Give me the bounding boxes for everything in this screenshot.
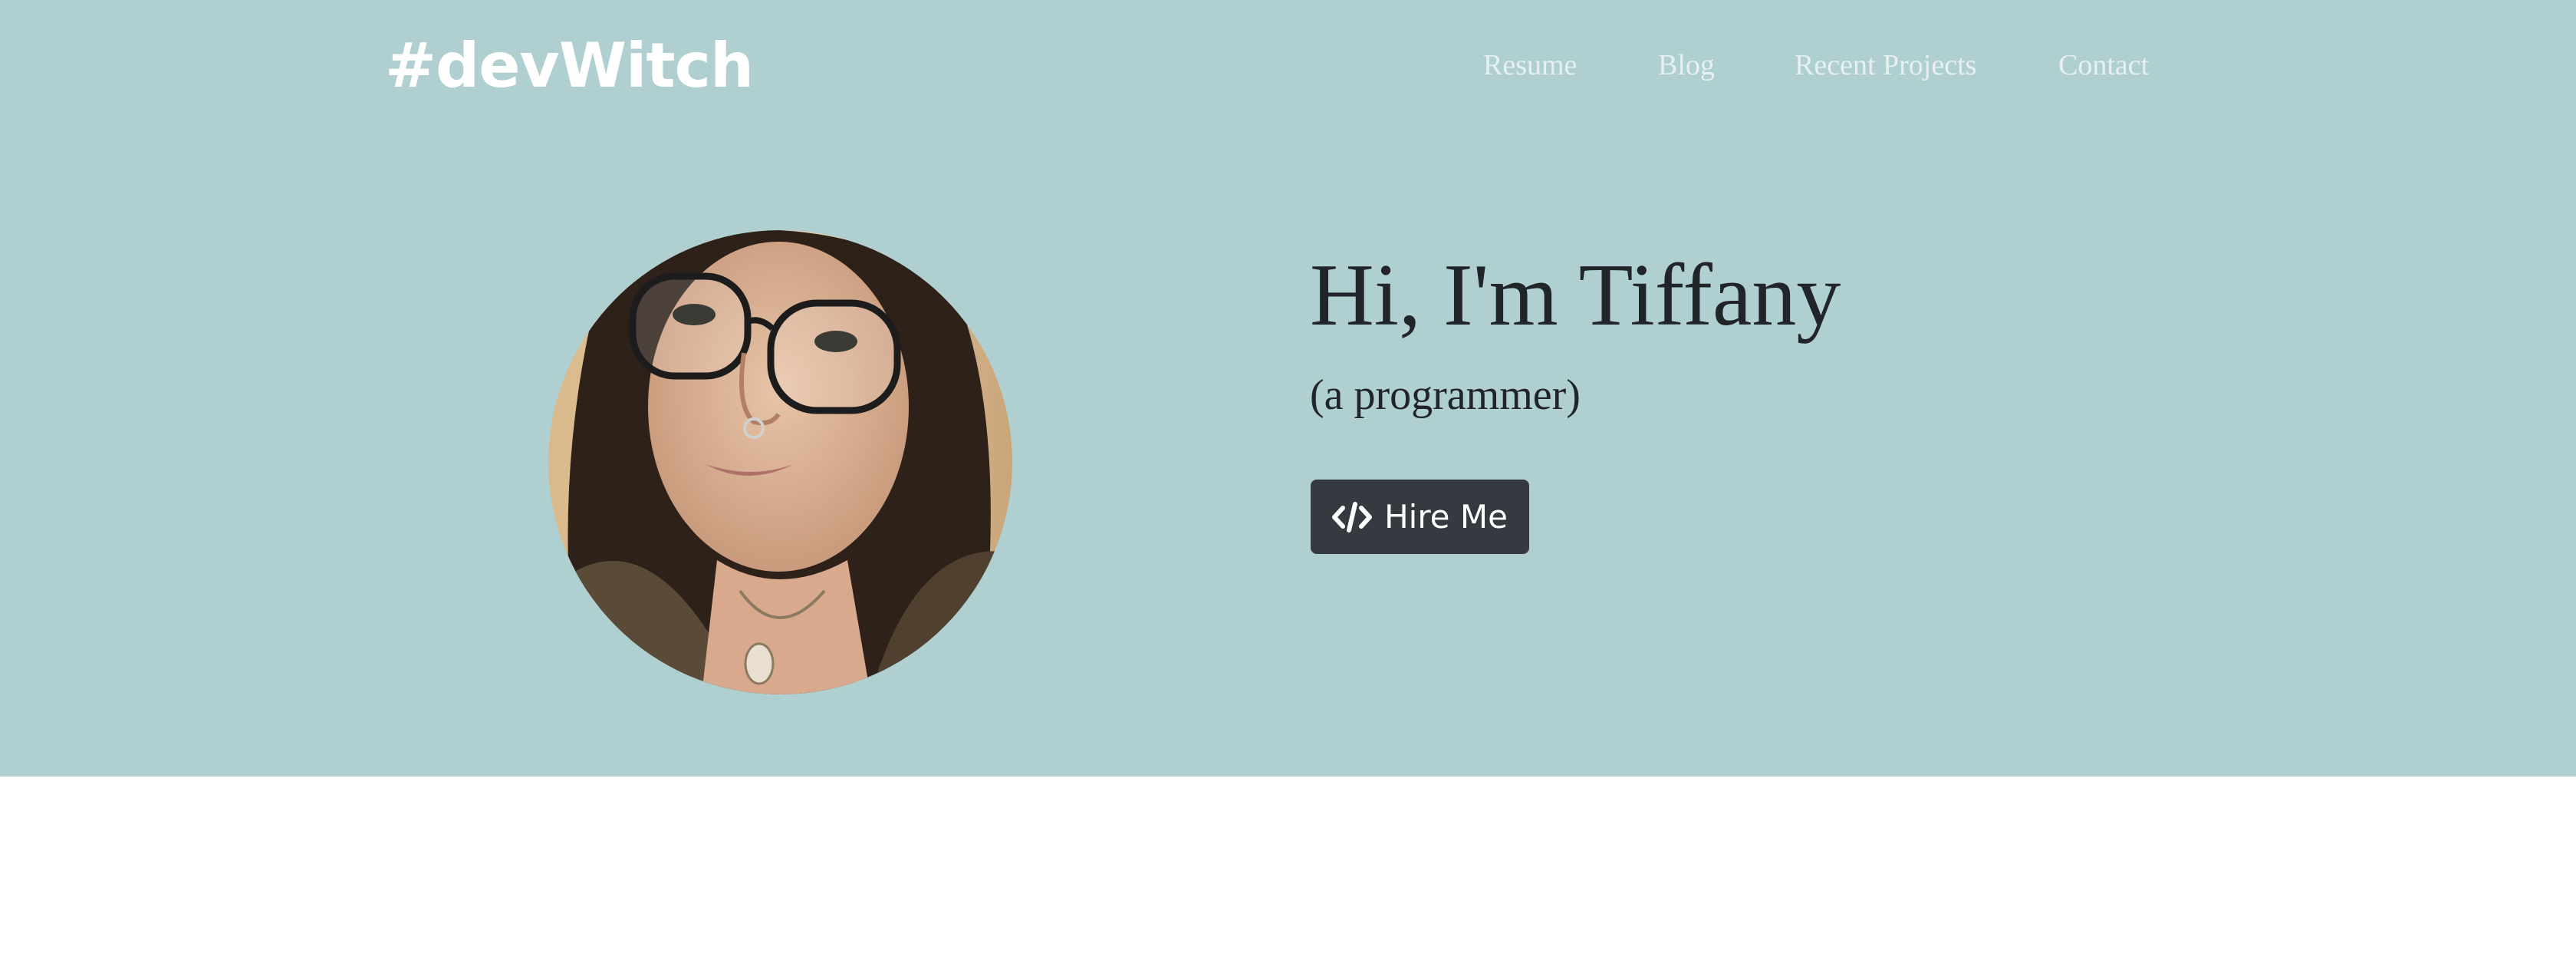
main-nav: Resume Blog Recent Projects Contact [0,46,2576,84]
nav-recent-projects[interactable]: Recent Projects [1795,46,1976,84]
nav-blog[interactable]: Blog [1658,46,1715,84]
hero-headline: Hi, I'm Tiffany [1310,246,1841,345]
hero-subheadline: (a programmer) [1310,371,1581,419]
code-icon [1332,501,1373,532]
nav-resume[interactable]: Resume [1483,46,1577,84]
hero-section: #devWitch Resume Blog Recent Projects Co… [0,0,2576,776]
hire-me-button[interactable]: Hire Me [1311,480,1529,554]
hire-me-label: Hire Me [1384,497,1508,536]
nav-contact[interactable]: Contact [2058,46,2149,84]
profile-avatar [548,230,1012,694]
profile-photo [548,230,1012,694]
content-area [0,776,2576,966]
